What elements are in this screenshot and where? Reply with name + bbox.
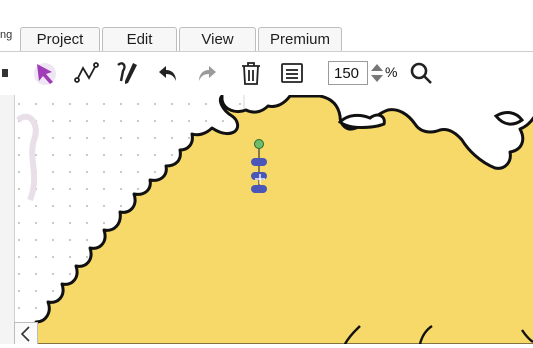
- select-arrow-icon[interactable]: [28, 58, 62, 88]
- cloud-gap-1: [337, 113, 386, 129]
- resize-handle-top[interactable]: [251, 158, 267, 166]
- tab-project[interactable]: Project: [20, 27, 100, 51]
- rotate-handle[interactable]: [254, 139, 264, 149]
- drawing-canvas[interactable]: [0, 95, 533, 344]
- zoom-unit-label: %: [385, 64, 398, 80]
- tab-view[interactable]: View: [179, 27, 256, 51]
- canvas-svg[interactable]: [0, 95, 533, 344]
- tab-partial[interactable]: ng: [0, 28, 18, 50]
- zoom-input[interactable]: 150: [328, 61, 368, 85]
- tab-premium[interactable]: Premium: [258, 27, 342, 51]
- resize-handle-bottom[interactable]: [251, 185, 267, 193]
- cloud-gap-2: [493, 111, 525, 126]
- tab-edit[interactable]: Edit: [102, 27, 177, 51]
- list-icon[interactable]: [277, 58, 307, 88]
- toolbar-overflow-icon[interactable]: [0, 58, 14, 88]
- menu-tab-bar: ng Project Edit View Premium: [0, 0, 533, 52]
- toolbar: [0, 52, 533, 95]
- trash-icon[interactable]: [236, 58, 266, 88]
- zoom-stepper[interactable]: [368, 58, 386, 88]
- redo-icon[interactable]: [192, 58, 222, 88]
- left-side-panel[interactable]: [0, 95, 15, 344]
- node-edit-icon[interactable]: [70, 58, 104, 88]
- undo-icon[interactable]: [153, 58, 183, 88]
- zoom-icon[interactable]: [406, 58, 436, 88]
- pencil-draw-icon[interactable]: [110, 58, 144, 88]
- panel-collapse-button[interactable]: [14, 322, 38, 344]
